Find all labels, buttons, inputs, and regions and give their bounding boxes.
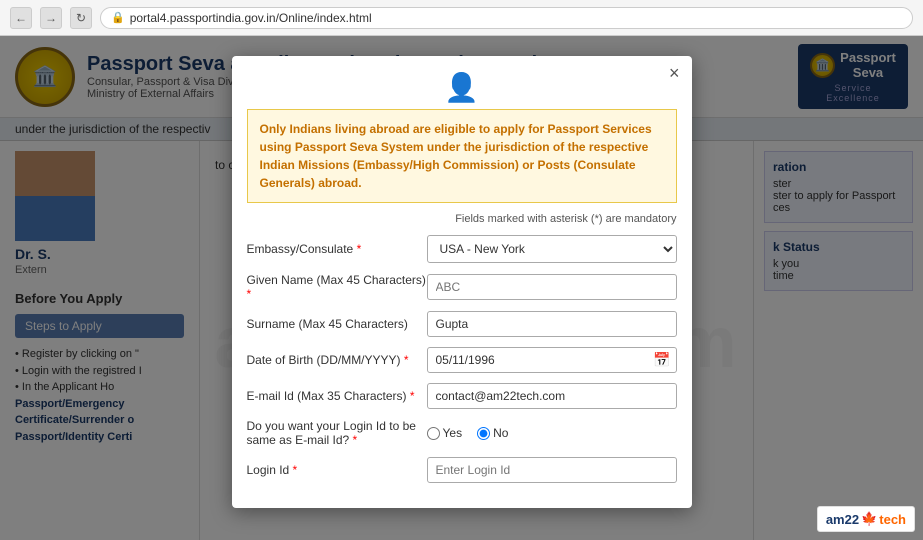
- login-id-label: Login Id *: [247, 463, 427, 477]
- login-id-row: Login Id *: [247, 457, 677, 483]
- radio-yes-label[interactable]: Yes: [427, 426, 463, 440]
- modal-overlay: × 👤 Only Indians living abroad are eligi…: [0, 36, 923, 540]
- surname-row: Surname (Max 45 Characters): [247, 311, 677, 337]
- refresh-button[interactable]: ↻: [70, 7, 92, 29]
- am22-suffix: tech: [879, 512, 906, 527]
- radio-yes[interactable]: [427, 427, 440, 440]
- embassy-select[interactable]: USA - New York USA - Chicago USA - Houst…: [427, 235, 677, 263]
- back-button[interactable]: ←: [10, 7, 32, 29]
- embassy-row: Embassy/Consulate * USA - New York USA -…: [247, 235, 677, 263]
- embassy-label: Embassy/Consulate *: [247, 242, 427, 256]
- lock-icon: 🔒: [111, 11, 125, 24]
- login-same-label: Do you want your Login Id to be same as …: [247, 419, 427, 447]
- radio-no-label[interactable]: No: [477, 426, 508, 440]
- modal-warning-box: Only Indians living abroad are eligible …: [247, 109, 677, 203]
- registration-modal: × 👤 Only Indians living abroad are eligi…: [232, 56, 692, 508]
- surname-input[interactable]: [427, 311, 677, 337]
- mandatory-note: Fields marked with asterisk (*) are mand…: [232, 213, 692, 230]
- calendar-icon[interactable]: 📅: [653, 352, 670, 369]
- given-name-label: Given Name (Max 45 Characters) *: [247, 273, 427, 301]
- website-body: 🏛️ Passport Seva at Indian Embassies and…: [0, 36, 923, 540]
- login-id-input[interactable]: [427, 457, 677, 483]
- email-row: E-mail Id (Max 35 Characters) *: [247, 383, 677, 409]
- am22-emoji: 🍁: [861, 511, 877, 527]
- given-name-input[interactable]: [427, 274, 677, 300]
- am22tech-badge: am22 🍁 tech: [817, 506, 915, 532]
- modal-form-body: Embassy/Consulate * USA - New York USA -…: [232, 230, 692, 508]
- yes-no-radio-group: Yes No: [427, 426, 677, 440]
- radio-no[interactable]: [477, 427, 490, 440]
- given-name-row: Given Name (Max 45 Characters) *: [247, 273, 677, 301]
- dob-row: Date of Birth (DD/MM/YYYY) * 📅: [247, 347, 677, 373]
- browser-chrome: ← → ↻ 🔒 portal4.passportindia.gov.in/Onl…: [0, 0, 923, 36]
- login-same-row: Do you want your Login Id to be same as …: [247, 419, 677, 447]
- modal-warning-text: Only Indians living abroad are eligible …: [260, 120, 664, 192]
- am22-prefix: am22: [826, 512, 859, 527]
- address-bar[interactable]: 🔒 portal4.passportindia.gov.in/Online/in…: [100, 7, 913, 29]
- email-input[interactable]: [427, 383, 677, 409]
- dob-label: Date of Birth (DD/MM/YYYY) *: [247, 353, 427, 367]
- email-label: E-mail Id (Max 35 Characters) *: [247, 389, 427, 403]
- dob-input-container: 📅: [427, 347, 677, 373]
- surname-label: Surname (Max 45 Characters): [247, 317, 427, 331]
- forward-button[interactable]: →: [40, 7, 62, 29]
- dob-input[interactable]: [427, 347, 677, 373]
- modal-user-icon: 👤: [232, 56, 692, 109]
- modal-close-button[interactable]: ×: [669, 64, 680, 82]
